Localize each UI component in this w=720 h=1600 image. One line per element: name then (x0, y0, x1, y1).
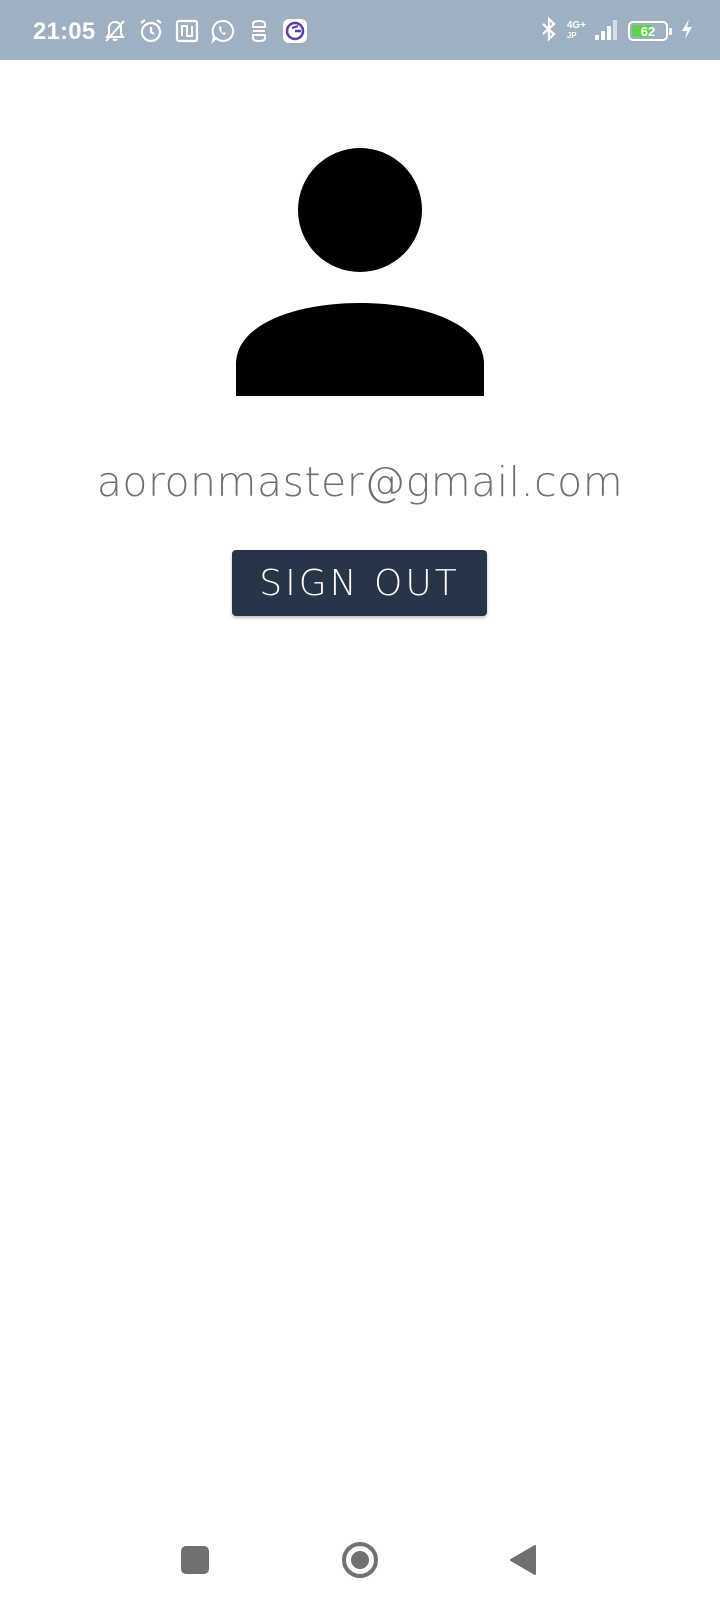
notification-icons (102, 18, 308, 44)
whatsapp-icon (210, 18, 236, 44)
status-time: 21:05 (33, 18, 96, 45)
mute-icon (102, 18, 128, 44)
screen: 21:05 4G+ JP 62 aoronmaster@gmail.com SI… (0, 0, 720, 1600)
bluetooth-icon (539, 15, 559, 47)
battery-icon: 62 (628, 21, 672, 41)
network-type: 4G+ JP (567, 21, 586, 41)
status-bar: 21:05 4G+ JP 62 (0, 0, 720, 60)
person-icon (236, 148, 484, 396)
network-label: 4G+ (566, 20, 586, 31)
nfc-icon (174, 18, 200, 44)
circle-icon (342, 1542, 378, 1578)
alarm-icon (138, 18, 164, 44)
signal-icon (594, 17, 620, 46)
network-sub-label: JP (566, 31, 577, 40)
recents-button[interactable] (170, 1535, 220, 1585)
home-button[interactable] (335, 1535, 385, 1585)
sign-out-button[interactable]: SIGN OUT (232, 550, 487, 616)
battery-tip (669, 28, 672, 35)
battery-level: 62 (640, 23, 656, 39)
charging-icon (680, 17, 694, 46)
user-email: aoronmaster@gmail.com (96, 458, 624, 506)
grammarly-icon (282, 18, 308, 44)
triangle-back-icon (510, 1545, 536, 1575)
system-icons: 4G+ JP 62 (539, 15, 694, 47)
avatar (236, 148, 484, 396)
app-icon (246, 18, 272, 44)
square-icon (181, 1546, 209, 1574)
back-button[interactable] (498, 1535, 548, 1585)
